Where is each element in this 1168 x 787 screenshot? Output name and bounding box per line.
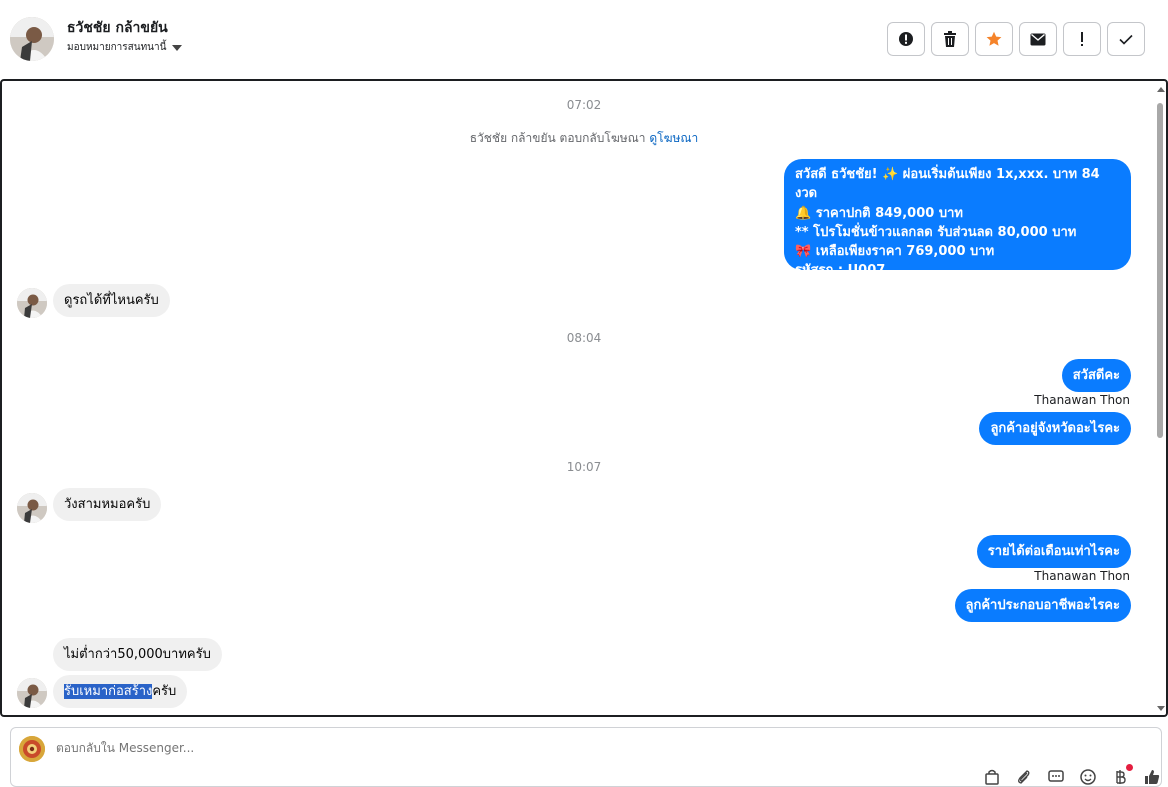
message-thread[interactable]: 07:02 ธวัชชัย กล้าขยัน ตอบกลับโฆษณา ดูโฆ… xyxy=(0,79,1168,717)
timestamp: 07:02 xyxy=(566,98,602,112)
view-ad-link[interactable]: ดูโฆษณา xyxy=(649,131,698,145)
reply-composer xyxy=(10,727,1162,787)
paperclip-icon xyxy=(1018,770,1030,784)
outgoing-message[interactable]: สวัสดีคะ xyxy=(1061,359,1131,392)
composer-tools xyxy=(983,764,1161,786)
chat-icon xyxy=(1048,770,1064,782)
selected-text: รับเหมาก่อสร้าง xyxy=(64,684,153,699)
page-avatar xyxy=(19,736,45,762)
follow-up-button[interactable] xyxy=(1063,22,1101,56)
scroll-up-arrow-icon[interactable] xyxy=(1157,87,1165,92)
promo-line: 🔔 ราคาปกติ 849,000 บาท xyxy=(795,205,963,221)
outgoing-message[interactable]: ลูกค้าอยู่จังหวัดอะไรคะ xyxy=(979,412,1131,445)
notification-dot xyxy=(1126,764,1133,771)
incoming-message[interactable]: ดูรถได้ที่ไหนครับ xyxy=(53,284,170,317)
incoming-message[interactable]: รับเหมาก่อสร้างครับ xyxy=(53,675,188,708)
assign-label: มอบหมายการสนทนานี้ xyxy=(67,42,167,53)
contact-avatar[interactable] xyxy=(10,17,54,61)
contact-name: ธวัชชัย กล้าขยัน xyxy=(67,20,168,36)
like-button[interactable] xyxy=(1143,768,1161,786)
star-icon xyxy=(986,31,1002,46)
incoming-message[interactable]: วังสามหมอครับ xyxy=(53,488,162,521)
promo-line: 🎀 เหลือเพียงราคา 769,000 บาท xyxy=(795,244,995,260)
contact-avatar-small xyxy=(17,493,47,523)
mail-icon xyxy=(1030,33,1046,45)
caret-down-icon xyxy=(172,44,183,51)
thumbs-up-icon xyxy=(1145,770,1160,784)
reply-input[interactable] xyxy=(56,741,756,755)
saved-replies-button[interactable] xyxy=(1047,768,1065,786)
promo-line: รหัสรถ : U007 xyxy=(795,263,886,279)
exclamation-icon xyxy=(1081,32,1083,46)
attach-button[interactable] xyxy=(1015,768,1033,786)
outgoing-message[interactable]: รายได้ต่อเดือนเท่าไรคะ xyxy=(976,535,1131,568)
incoming-message[interactable]: ไม่ต่ำกว่า50,000บาทครับ xyxy=(53,638,222,671)
ad-reply-text: ธวัชชัย กล้าขยัน ตอบกลับโฆษณา xyxy=(469,131,646,145)
ad-reply-notice: ธวัชชัย กล้าขยัน ตอบกลับโฆษณา ดูโฆษณา xyxy=(2,129,1166,148)
promo-line: สวัสดี ธวัชชัย! ✨ ผ่อนเริ่มต้นเพียง 1x,x… xyxy=(795,167,1100,202)
scroll-down-arrow-icon[interactable] xyxy=(1157,706,1165,711)
catalog-button[interactable] xyxy=(983,768,1001,786)
promo-message[interactable]: สวัสดี ธวัชชัย! ✨ ผ่อนเริ่มต้นเพียง 1x,x… xyxy=(784,159,1131,278)
emoji-icon xyxy=(1080,769,1096,785)
contact-avatar-small xyxy=(17,678,47,708)
check-icon xyxy=(1119,34,1133,45)
conversation-header: ธวัชชัย กล้าขยัน มอบหมายการสนทนานี้ xyxy=(0,0,1168,80)
trash-icon xyxy=(944,31,956,47)
timestamp: 08:04 xyxy=(566,331,602,345)
scroll-thumb[interactable] xyxy=(1157,103,1163,438)
bag-icon xyxy=(985,769,999,785)
mark-done-button[interactable] xyxy=(1107,22,1145,56)
promo-line: ** โปรโมชั่นข้าวแลกลด รับส่วนลด 80,000 บ… xyxy=(795,224,1077,240)
payment-button[interactable] xyxy=(1111,764,1133,786)
spam-button[interactable] xyxy=(887,22,925,56)
sender-name: Thanawan Thon xyxy=(1034,393,1130,407)
emoji-button[interactable] xyxy=(1079,768,1097,786)
outgoing-message[interactable]: ลูกค้าประกอบอาชีพอะไรคะ xyxy=(954,589,1131,622)
delete-button[interactable] xyxy=(931,22,969,56)
contact-avatar-small xyxy=(17,288,47,318)
thread-scrollbar[interactable] xyxy=(1154,81,1166,715)
message-text: ครับ xyxy=(152,684,177,699)
timestamp: 10:07 xyxy=(566,460,602,474)
star-button[interactable] xyxy=(975,22,1013,56)
baht-icon xyxy=(1116,770,1126,784)
assign-conversation-dropdown[interactable]: มอบหมายการสนทนานี้ xyxy=(67,40,183,55)
sender-name: Thanawan Thon xyxy=(1034,569,1130,583)
mark-unread-button[interactable] xyxy=(1019,22,1057,56)
block-icon xyxy=(899,32,913,46)
action-toolbar xyxy=(887,22,1145,56)
